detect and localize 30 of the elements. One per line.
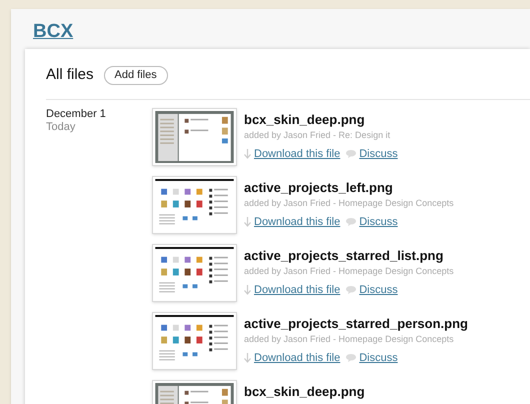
discuss-link[interactable]: Discuss [359,214,398,230]
file-name[interactable]: bcx_skin_deep.png [244,384,365,400]
relative-date: Today [46,120,76,134]
speech-bubble-icon [346,286,356,294]
download-link[interactable]: Download this file [254,282,340,298]
date-label: December 1 [46,108,107,120]
add-files-button[interactable]: Add files [104,66,168,85]
project-title-link[interactable]: BCX [33,21,74,43]
discuss-link[interactable]: Discuss [359,350,398,366]
down-arrow-icon [244,216,251,227]
down-arrow-icon [244,284,251,295]
speech-bubble-icon [346,150,356,158]
section-title: All files [46,65,94,85]
speech-bubble-icon [346,354,356,362]
discuss-link[interactable]: Discuss [359,282,398,298]
file-meta: added by Jason Fried - Re: Design it [244,128,392,140]
file-meta: added by Jason Fried - Homepage Design Concepts [244,264,454,276]
speech-bubble-icon [346,218,356,226]
down-arrow-icon [244,352,251,363]
down-arrow-icon [244,148,251,159]
file-name[interactable]: active_projects_starred_list.png [244,248,454,264]
discuss-link[interactable]: Discuss [359,146,398,162]
file-name[interactable]: bcx_skin_deep.png [244,112,398,128]
file-name[interactable]: active_projects_starred_person.png [244,316,468,332]
file-meta: added by Jason Fried - Homepage Design Concepts [244,332,455,344]
file-meta: added by Jason Fried - Homepage Design Concepts [244,196,454,208]
download-link[interactable]: Download this file [254,350,340,366]
download-link[interactable]: Download this file [254,214,340,230]
download-link[interactable]: Download this file [254,146,340,162]
file-name[interactable]: active_projects_left.png [244,180,454,196]
